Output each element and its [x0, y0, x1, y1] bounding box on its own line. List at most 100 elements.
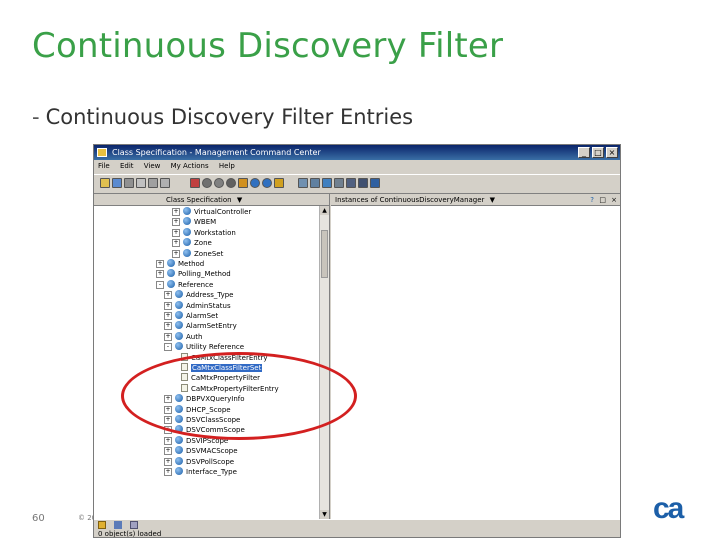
- menu-help[interactable]: Help: [219, 162, 235, 170]
- gear-icon[interactable]: [334, 178, 344, 188]
- tree-item-label: DHCP_Scope: [186, 405, 231, 414]
- tree-item[interactable]: CaMtxPropertyFilter: [172, 373, 260, 383]
- instances-pane: Instances of ContinuousDiscoveryManager …: [331, 194, 620, 519]
- chevron-down-icon[interactable]: ▼: [237, 196, 242, 204]
- expand-icon[interactable]: +: [172, 249, 180, 258]
- paste-icon[interactable]: [160, 178, 170, 188]
- expand-icon[interactable]: +: [164, 426, 172, 435]
- menu-edit[interactable]: Edit: [120, 162, 134, 170]
- instances-pane-header[interactable]: Instances of ContinuousDiscoveryManager …: [331, 194, 620, 206]
- tree-item[interactable]: - Utility Reference: [164, 342, 244, 352]
- tree-item[interactable]: + DSVMACScope: [164, 446, 238, 456]
- tree-item[interactable]: + DSVIPScope: [164, 435, 228, 446]
- tree-item[interactable]: + DSVClassScope: [164, 415, 240, 425]
- tree-item[interactable]: + AdminStatus: [164, 300, 231, 311]
- expand-icon[interactable]: +: [164, 291, 172, 300]
- tree-item[interactable]: + Polling_Method: [156, 269, 231, 279]
- tree-item[interactable]: + DHCP_Scope: [164, 404, 231, 415]
- report-icon[interactable]: [310, 178, 320, 188]
- print-icon[interactable]: [124, 178, 134, 188]
- expand-icon[interactable]: +: [172, 208, 180, 216]
- pane-minimize-icon[interactable]: □: [599, 194, 606, 206]
- class-icon: [183, 217, 191, 226]
- user-icon[interactable]: [346, 178, 356, 188]
- tree-item[interactable]: + DSVPollScope: [164, 456, 234, 467]
- maximize-button[interactable]: □: [592, 147, 604, 158]
- expand-icon[interactable]: +: [156, 270, 164, 279]
- menu-my-actions[interactable]: My Actions: [171, 162, 209, 170]
- tree-item[interactable]: CaMtxPropertyFilterEntry: [172, 383, 279, 394]
- class-icon: [183, 238, 191, 247]
- collapse-icon[interactable]: -: [156, 280, 164, 289]
- expand-icon[interactable]: +: [164, 405, 172, 414]
- window-titlebar[interactable]: Class Specification - Management Command…: [94, 145, 620, 160]
- pane-close-icon[interactable]: ×: [611, 194, 617, 206]
- tree-item[interactable]: - Reference: [156, 279, 213, 290]
- class-icon: [175, 415, 183, 423]
- tree-item[interactable]: + Address_Type: [164, 290, 233, 300]
- status-text: 0 object(s) loaded: [98, 530, 162, 538]
- scroll-thumb[interactable]: [321, 230, 328, 278]
- table-icon[interactable]: [298, 178, 308, 188]
- expand-icon[interactable]: +: [172, 228, 180, 237]
- tree-item[interactable]: + Auth: [164, 331, 202, 342]
- tree-item[interactable]: + Interface_Type: [164, 467, 237, 477]
- expand-icon[interactable]: +: [164, 436, 172, 445]
- tree-item[interactable]: + ZoneSet: [172, 248, 223, 259]
- tree-scrollbar[interactable]: ▲ ▼: [319, 206, 329, 519]
- expand-icon[interactable]: +: [156, 260, 164, 268]
- expand-icon[interactable]: +: [164, 447, 172, 456]
- expand-icon[interactable]: +: [164, 468, 172, 476]
- open-folder-icon[interactable]: [100, 178, 110, 188]
- expand-icon[interactable]: +: [164, 416, 172, 424]
- close-button[interactable]: ×: [606, 147, 618, 158]
- tree-item[interactable]: + Zone: [172, 238, 212, 248]
- delete-icon[interactable]: [190, 178, 200, 188]
- pause-icon[interactable]: [226, 178, 236, 188]
- expand-icon[interactable]: +: [172, 239, 180, 248]
- collapse-icon[interactable]: -: [164, 343, 172, 352]
- scroll-up-arrow-icon[interactable]: ▲: [320, 206, 329, 215]
- forward-icon[interactable]: [262, 178, 272, 188]
- list-icon[interactable]: [358, 178, 368, 188]
- expand-icon[interactable]: +: [164, 395, 172, 404]
- tree-item[interactable]: + AlarmSetEntry: [164, 321, 237, 331]
- back-icon[interactable]: [250, 178, 260, 188]
- help-icon[interactable]: ?: [590, 194, 594, 206]
- tree-item[interactable]: + DSVCommScope: [164, 425, 245, 435]
- tree-item-label: DSVClassScope: [186, 416, 241, 424]
- record-icon[interactable]: [214, 178, 224, 188]
- tree-item[interactable]: + DBPVXQueryInfo: [164, 394, 245, 404]
- menu-view[interactable]: View: [144, 162, 161, 170]
- tree-item[interactable]: + Method: [156, 259, 204, 269]
- image-icon[interactable]: [322, 178, 332, 188]
- expand-icon[interactable]: +: [164, 322, 172, 331]
- tree-item[interactable]: CaMtxClassFilterSet: [172, 363, 263, 373]
- expand-icon[interactable]: +: [172, 218, 180, 227]
- network-icon[interactable]: [114, 521, 122, 529]
- class-icon: [183, 227, 191, 236]
- scroll-down-arrow-icon[interactable]: ▼: [320, 510, 329, 519]
- tree-item[interactable]: CaMtxClassFilterEntry: [172, 352, 267, 363]
- tree-item[interactable]: + AlarmSet: [164, 311, 218, 321]
- tree-pane-header[interactable]: Class Specification ▼: [94, 194, 329, 206]
- expand-icon[interactable]: +: [164, 332, 172, 341]
- tree-item[interactable]: + WBEM: [172, 217, 216, 227]
- stop-icon[interactable]: [202, 178, 212, 188]
- tree-item[interactable]: + VirtualController: [172, 207, 251, 217]
- copy-icon[interactable]: [148, 178, 158, 188]
- menu-file[interactable]: File: [98, 162, 110, 170]
- tree-item[interactable]: + Workstation: [172, 227, 236, 238]
- save-icon[interactable]: [112, 178, 122, 188]
- monitor-icon[interactable]: [130, 521, 138, 529]
- export-icon[interactable]: [370, 178, 380, 188]
- expand-icon[interactable]: +: [164, 312, 172, 320]
- expand-icon[interactable]: +: [164, 457, 172, 466]
- edit-icon[interactable]: [98, 521, 106, 529]
- chevron-down-icon[interactable]: ▼: [490, 196, 495, 204]
- up-icon[interactable]: [238, 178, 248, 188]
- cut-icon[interactable]: [136, 178, 146, 188]
- minimize-button[interactable]: _: [578, 147, 590, 158]
- key-icon[interactable]: [274, 178, 284, 188]
- expand-icon[interactable]: +: [164, 301, 172, 310]
